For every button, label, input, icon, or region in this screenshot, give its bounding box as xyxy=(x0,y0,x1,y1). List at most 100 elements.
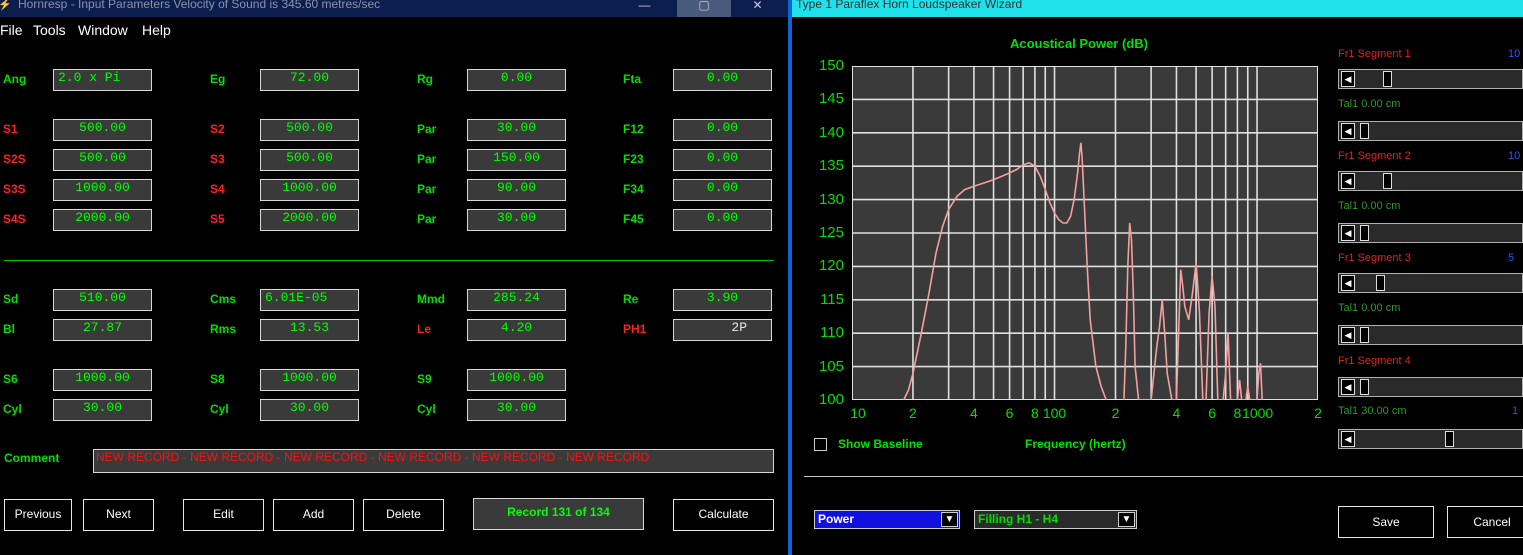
param-field-eg[interactable]: 72.00 xyxy=(260,69,359,91)
next-button[interactable]: Next xyxy=(83,499,154,531)
slider-thumb[interactable] xyxy=(1360,123,1370,139)
segment-slider[interactable]: ◀ xyxy=(1338,377,1523,397)
param-field-s2s[interactable]: 500.00 xyxy=(53,149,152,171)
slider-thumb[interactable] xyxy=(1382,173,1392,189)
param-field-f34[interactable]: 0.00 xyxy=(673,179,772,201)
param-field-par[interactable]: 30.00 xyxy=(467,209,566,231)
menu-help[interactable]: Help xyxy=(142,22,171,38)
param-field-s4s[interactable]: 2000.00 xyxy=(53,209,152,231)
param-label-re: Re xyxy=(623,292,639,306)
calculate-button[interactable]: Calculate xyxy=(673,499,774,531)
chevron-left-icon[interactable]: ◀ xyxy=(1341,379,1355,395)
param-field-f23[interactable]: 0.00 xyxy=(673,149,772,171)
slider-thumb[interactable] xyxy=(1376,275,1386,291)
param-field-mmd[interactable]: 285.24 xyxy=(467,289,566,311)
x-tick-label: 4 xyxy=(970,405,978,421)
param-label-par: Par xyxy=(417,122,437,136)
left-window-titlebar[interactable]: ⚡ Hornresp - Input Parameters Velocity o… xyxy=(0,0,788,17)
param-field-bl[interactable]: 27.87 xyxy=(53,319,152,341)
right-window-titlebar[interactable]: Type 1 Paraflex Horn Loudspeaker Wizard xyxy=(792,0,1523,17)
param-field-s3s[interactable]: 1000.00 xyxy=(53,179,152,201)
segment-fr-label: Fr1 Segment 4 xyxy=(1338,355,1411,367)
slider-thumb[interactable] xyxy=(1360,379,1370,395)
param-field-sd[interactable]: 510.00 xyxy=(53,289,152,311)
filling-combo[interactable]: Filling H1 - H4 ▼ xyxy=(974,510,1137,529)
previous-button[interactable]: Previous xyxy=(4,499,72,531)
param-field-s1[interactable]: 500.00 xyxy=(53,119,152,141)
param-field-ang[interactable]: 2.0 x Pi xyxy=(53,69,152,91)
delete-button[interactable]: Delete xyxy=(363,499,444,531)
power-combo[interactable]: Power ▼ xyxy=(814,510,960,529)
slider-thumb[interactable] xyxy=(1445,431,1454,447)
x-tick-label: 10 xyxy=(850,405,866,421)
param-field-s9[interactable]: 1000.00 xyxy=(467,369,566,391)
cancel-button[interactable]: Cancel xyxy=(1447,506,1523,538)
param-field-par[interactable]: 90.00 xyxy=(467,179,566,201)
segment-slider[interactable]: ◀ xyxy=(1338,429,1523,449)
menu-window[interactable]: Window xyxy=(78,22,128,38)
param-field-le[interactable]: 4.20 xyxy=(467,319,566,341)
right-window-title: Type 1 Paraflex Horn Loudspeaker Wizard xyxy=(796,0,1023,11)
chevron-left-icon[interactable]: ◀ xyxy=(1341,431,1355,447)
param-field-rms[interactable]: 13.53 xyxy=(260,319,359,341)
edit-button[interactable]: Edit xyxy=(183,499,264,531)
param-label-f23: F23 xyxy=(623,152,644,166)
add-button[interactable]: Add xyxy=(273,499,354,531)
param-field-re[interactable]: 3.90 xyxy=(673,289,772,311)
y-tick-label: 140 xyxy=(818,123,844,141)
param-label-s3s: S3S xyxy=(3,182,26,196)
segment-slider[interactable]: ◀ xyxy=(1338,325,1523,345)
param-label-le: Le xyxy=(417,322,432,336)
param-field-cyl[interactable]: 30.00 xyxy=(53,399,152,421)
chevron-left-icon[interactable]: ◀ xyxy=(1341,173,1355,189)
section-divider xyxy=(4,260,774,261)
param-field-par[interactable]: 150.00 xyxy=(467,149,566,171)
menu-tools[interactable]: Tools xyxy=(33,22,66,38)
chevron-left-icon[interactable]: ◀ xyxy=(1341,225,1355,241)
comment-field[interactable]: NEW RECORD - NEW RECORD - NEW RECORD - N… xyxy=(93,449,774,473)
segment-slider[interactable]: ◀ xyxy=(1338,273,1523,293)
slider-thumb[interactable] xyxy=(1360,225,1370,241)
segment-slider[interactable]: ◀ xyxy=(1338,171,1523,191)
param-field-s6[interactable]: 1000.00 xyxy=(53,369,152,391)
segment-slider[interactable]: ◀ xyxy=(1338,121,1523,141)
param-field-rg[interactable]: 0.00 xyxy=(467,69,566,91)
param-field-f12[interactable]: 0.00 xyxy=(673,119,772,141)
param-field-s8[interactable]: 1000.00 xyxy=(260,369,359,391)
chevron-left-icon[interactable]: ◀ xyxy=(1341,327,1355,343)
segment-tal-label: Tal1 0.00 cm xyxy=(1338,302,1401,314)
record-status: Record 131 of 134 xyxy=(473,498,644,530)
param-field-cyl[interactable]: 30.00 xyxy=(260,399,359,421)
param-field-s3[interactable]: 500.00 xyxy=(260,149,359,171)
chevron-left-icon[interactable]: ◀ xyxy=(1341,275,1355,291)
chevron-left-icon[interactable]: ◀ xyxy=(1341,123,1355,139)
slider-thumb[interactable] xyxy=(1382,71,1392,87)
param-field-s2[interactable]: 500.00 xyxy=(260,119,359,141)
param-field-ph1[interactable]: 2P xyxy=(673,319,772,341)
maximize-button[interactable]: ▢ xyxy=(677,0,731,17)
param-field-s5[interactable]: 2000.00 xyxy=(260,209,359,231)
param-field-f45[interactable]: 0.00 xyxy=(673,209,772,231)
x-axis-label: Frequency (hertz) xyxy=(1025,437,1126,451)
chevron-left-icon[interactable]: ◀ xyxy=(1341,71,1355,87)
chevron-down-icon[interactable]: ▼ xyxy=(1118,512,1135,527)
segment-slider[interactable]: ◀ xyxy=(1338,69,1523,89)
close-button[interactable]: ✕ xyxy=(735,0,780,17)
x-tick-label: 4 xyxy=(1172,405,1181,421)
param-label-s3: S3 xyxy=(210,152,225,166)
minimize-button[interactable]: — xyxy=(622,0,667,17)
param-label-cyl: Cyl xyxy=(210,402,229,416)
slider-thumb[interactable] xyxy=(1360,327,1370,343)
menu-file[interactable]: File xyxy=(0,22,23,38)
param-field-cms[interactable]: 6.01E-05 xyxy=(260,289,359,311)
segment-slider[interactable]: ◀ xyxy=(1338,223,1523,243)
show-baseline-label[interactable]: Show Baseline xyxy=(838,437,923,451)
param-field-par[interactable]: 30.00 xyxy=(467,119,566,141)
param-field-cyl[interactable]: 30.00 xyxy=(467,399,566,421)
param-field-fta[interactable]: 0.00 xyxy=(673,69,772,91)
param-field-s4[interactable]: 1000.00 xyxy=(260,179,359,201)
power-combo-value: Power xyxy=(818,512,855,526)
chevron-down-icon[interactable]: ▼ xyxy=(941,512,958,527)
save-button[interactable]: Save xyxy=(1338,506,1434,538)
show-baseline-checkbox[interactable] xyxy=(814,438,827,451)
